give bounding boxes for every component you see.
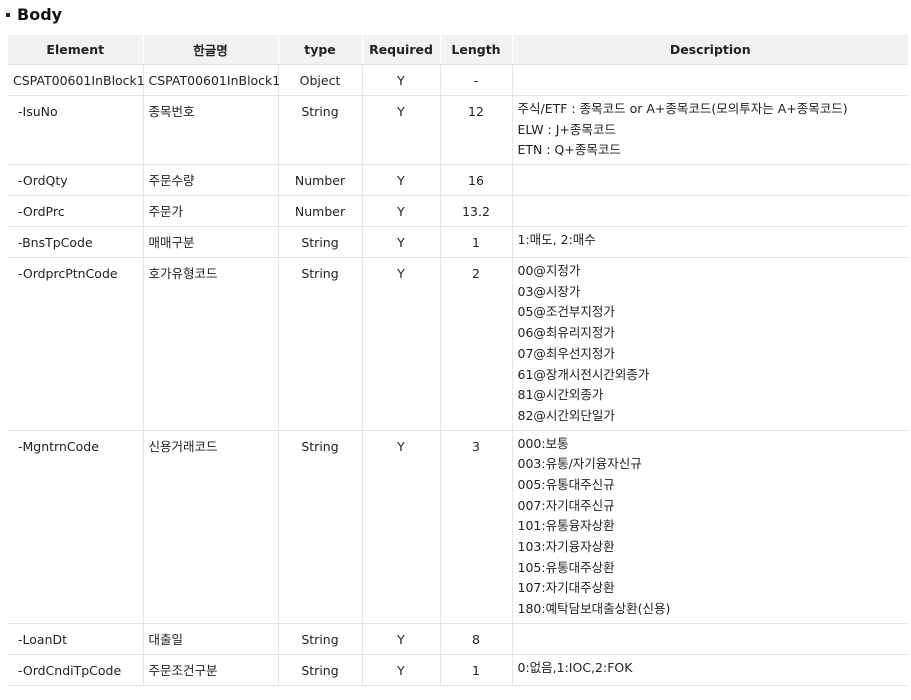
body-spec-table: Element 한글명 type Required Length Descrip… <box>8 35 908 686</box>
cell-length: 2 <box>440 257 513 431</box>
header-required: Required <box>362 35 441 65</box>
cell-required: Y <box>362 257 441 431</box>
cell-length: 12 <box>440 95 513 166</box>
table-header-row: Element 한글명 type Required Length Descrip… <box>8 35 908 65</box>
cell-type: String <box>278 430 363 624</box>
cell-korean-name: 신용거래코드 <box>143 430 279 624</box>
cell-element: -OrdPrc <box>8 195 144 228</box>
cell-type: Number <box>278 164 363 197</box>
header-element: Element <box>8 35 144 65</box>
cell-description: 1:매도, 2:매수 <box>512 226 908 259</box>
section-title-text: Body <box>17 5 63 24</box>
description-line: 81@시간외종가 <box>517 387 604 403</box>
description-line: 000:보통 <box>517 435 569 451</box>
description-line: 61@장개시전시간외종가 <box>517 366 650 382</box>
bullet-icon <box>6 12 10 17</box>
cell-element: -BnsTpCode <box>8 226 144 259</box>
cell-required: Y <box>362 430 441 624</box>
description-line: ELW : J+종목코드 <box>517 121 616 137</box>
cell-required: Y <box>362 623 441 655</box>
cell-korean-name: 호가유형코드 <box>143 257 279 431</box>
cell-korean-name: 종목번호 <box>143 95 279 166</box>
cell-description: 000:보통 003:유통/자기융자신규 005:유통대주신규 007:자기대주신규 1… <box>512 430 908 624</box>
description-line: 주식/ETF : 종목코드 or A+종목코드(모의투자는 A+종목코드) <box>517 101 848 116</box>
cell-description: 0:없음,1:IOC,2:FOK <box>512 654 908 686</box>
cell-element: -OrdCndiTpCode <box>8 654 144 686</box>
cell-korean-name: 대출일 <box>143 623 279 655</box>
cell-korean-name: 주문조건구분 <box>143 654 279 686</box>
cell-length: 16 <box>440 164 513 197</box>
cell-type: Object <box>278 64 363 96</box>
table-row: -IsuNo 종목번호 String Y 12 주식/ETF : 종목코드 or A+종목… <box>8 95 908 166</box>
cell-length: - <box>440 64 513 96</box>
cell-type: String <box>278 623 363 655</box>
header-korean-name: 한글명 <box>143 35 279 65</box>
cell-length: 3 <box>440 430 513 624</box>
description-line: 00@지정가 <box>517 263 581 279</box>
description-line: 82@시간외단일가 <box>517 407 615 423</box>
table-row: -MgntrnCode 신용거래코드 String Y 3 000:보통 003:유통/자기… <box>8 430 908 624</box>
cell-type: String <box>278 226 363 259</box>
table-row: -LoanDt 대출일 String Y 8 <box>8 623 908 655</box>
description-line: ETN : Q+종목코드 <box>517 142 621 158</box>
cell-description <box>512 195 908 228</box>
cell-element: -OrdprcPtnCode <box>8 257 144 431</box>
description-line: 107:자기대주상환 <box>517 580 615 596</box>
cell-korean-name: 주문수량 <box>143 164 279 197</box>
cell-length: 1 <box>440 654 513 686</box>
cell-required: Y <box>362 226 441 259</box>
cell-korean-name: 매매구분 <box>143 226 279 259</box>
description-line: 105:유통대주상환 <box>517 559 615 575</box>
cell-type: String <box>278 257 363 431</box>
table-body: CSPAT00601InBlock1 CSPAT00601InBlock1 Obje… <box>8 64 908 686</box>
header-description: Description <box>512 35 908 65</box>
description-line: 05@조건부지정가 <box>517 304 615 320</box>
description-line: 07@최우선지정가 <box>517 345 615 361</box>
table-row: CSPAT00601InBlock1 CSPAT00601InBlock1 Obje… <box>8 64 908 96</box>
section-title: Body <box>6 5 62 24</box>
cell-length: 1 <box>440 226 513 259</box>
description-line: 180:예탁담보대출상환(신용) <box>517 601 671 617</box>
cell-description: 00@지정가 03@시장가 05@조건부지정가 06@최유리지정가 07@최우선지정가 6… <box>512 257 908 431</box>
cell-type: String <box>278 654 363 686</box>
cell-element: -OrdQty <box>8 164 144 197</box>
table-row: -OrdprcPtnCode 호가유형코드 String Y 2 00@지정가 03@시장가… <box>8 257 908 431</box>
cell-required: Y <box>362 64 441 96</box>
cell-element: -MgntrnCode <box>8 430 144 624</box>
cell-description <box>512 164 908 197</box>
cell-description <box>512 623 908 655</box>
cell-element: CSPAT00601InBlock1 <box>8 64 145 96</box>
description-line: 03@시장가 <box>517 283 581 299</box>
cell-length: 13.2 <box>440 195 513 228</box>
description-line: 007:자기대주신규 <box>517 497 615 513</box>
cell-required: Y <box>362 654 441 686</box>
description-line: 005:유통대주신규 <box>517 476 615 492</box>
table-row: -OrdPrc 주문가 Number Y 13.2 <box>8 195 908 228</box>
cell-korean-name: 주문가 <box>143 195 279 228</box>
cell-element: -IsuNo <box>8 95 144 166</box>
cell-description <box>512 64 908 96</box>
cell-required: Y <box>362 195 441 228</box>
header-length: Length <box>440 35 513 65</box>
cell-element: -LoanDt <box>8 623 144 655</box>
description-line: 06@최유리지정가 <box>517 325 615 341</box>
table-row: -BnsTpCode 매매구분 String Y 1 1:매도, 2:매수 <box>8 226 908 259</box>
header-type: type <box>278 35 363 65</box>
cell-required: Y <box>362 164 441 197</box>
cell-length: 8 <box>440 623 513 655</box>
description-line: 003:유통/자기융자신규 <box>517 456 642 472</box>
cell-korean-name: CSPAT00601InBlock1 <box>143 64 280 96</box>
cell-type: String <box>278 95 363 166</box>
cell-description: 주식/ETF : 종목코드 or A+종목코드(모의투자는 A+종목코드) ELW… <box>512 95 908 166</box>
description-line: 101:유통융자상환 <box>517 518 615 534</box>
table-row: -OrdQty 주문수량 Number Y 16 <box>8 164 908 197</box>
description-line: 1:매도, 2:매수 <box>517 232 596 248</box>
description-line: 103:자기융자상환 <box>517 539 615 554</box>
cell-required: Y <box>362 95 441 166</box>
description-line: 0:없음,1:IOC,2:FOK <box>517 659 633 675</box>
table-row: -OrdCndiTpCode 주문조건구분 String Y 1 0:없음,1:IOC,2… <box>8 654 908 686</box>
cell-type: Number <box>278 195 363 228</box>
